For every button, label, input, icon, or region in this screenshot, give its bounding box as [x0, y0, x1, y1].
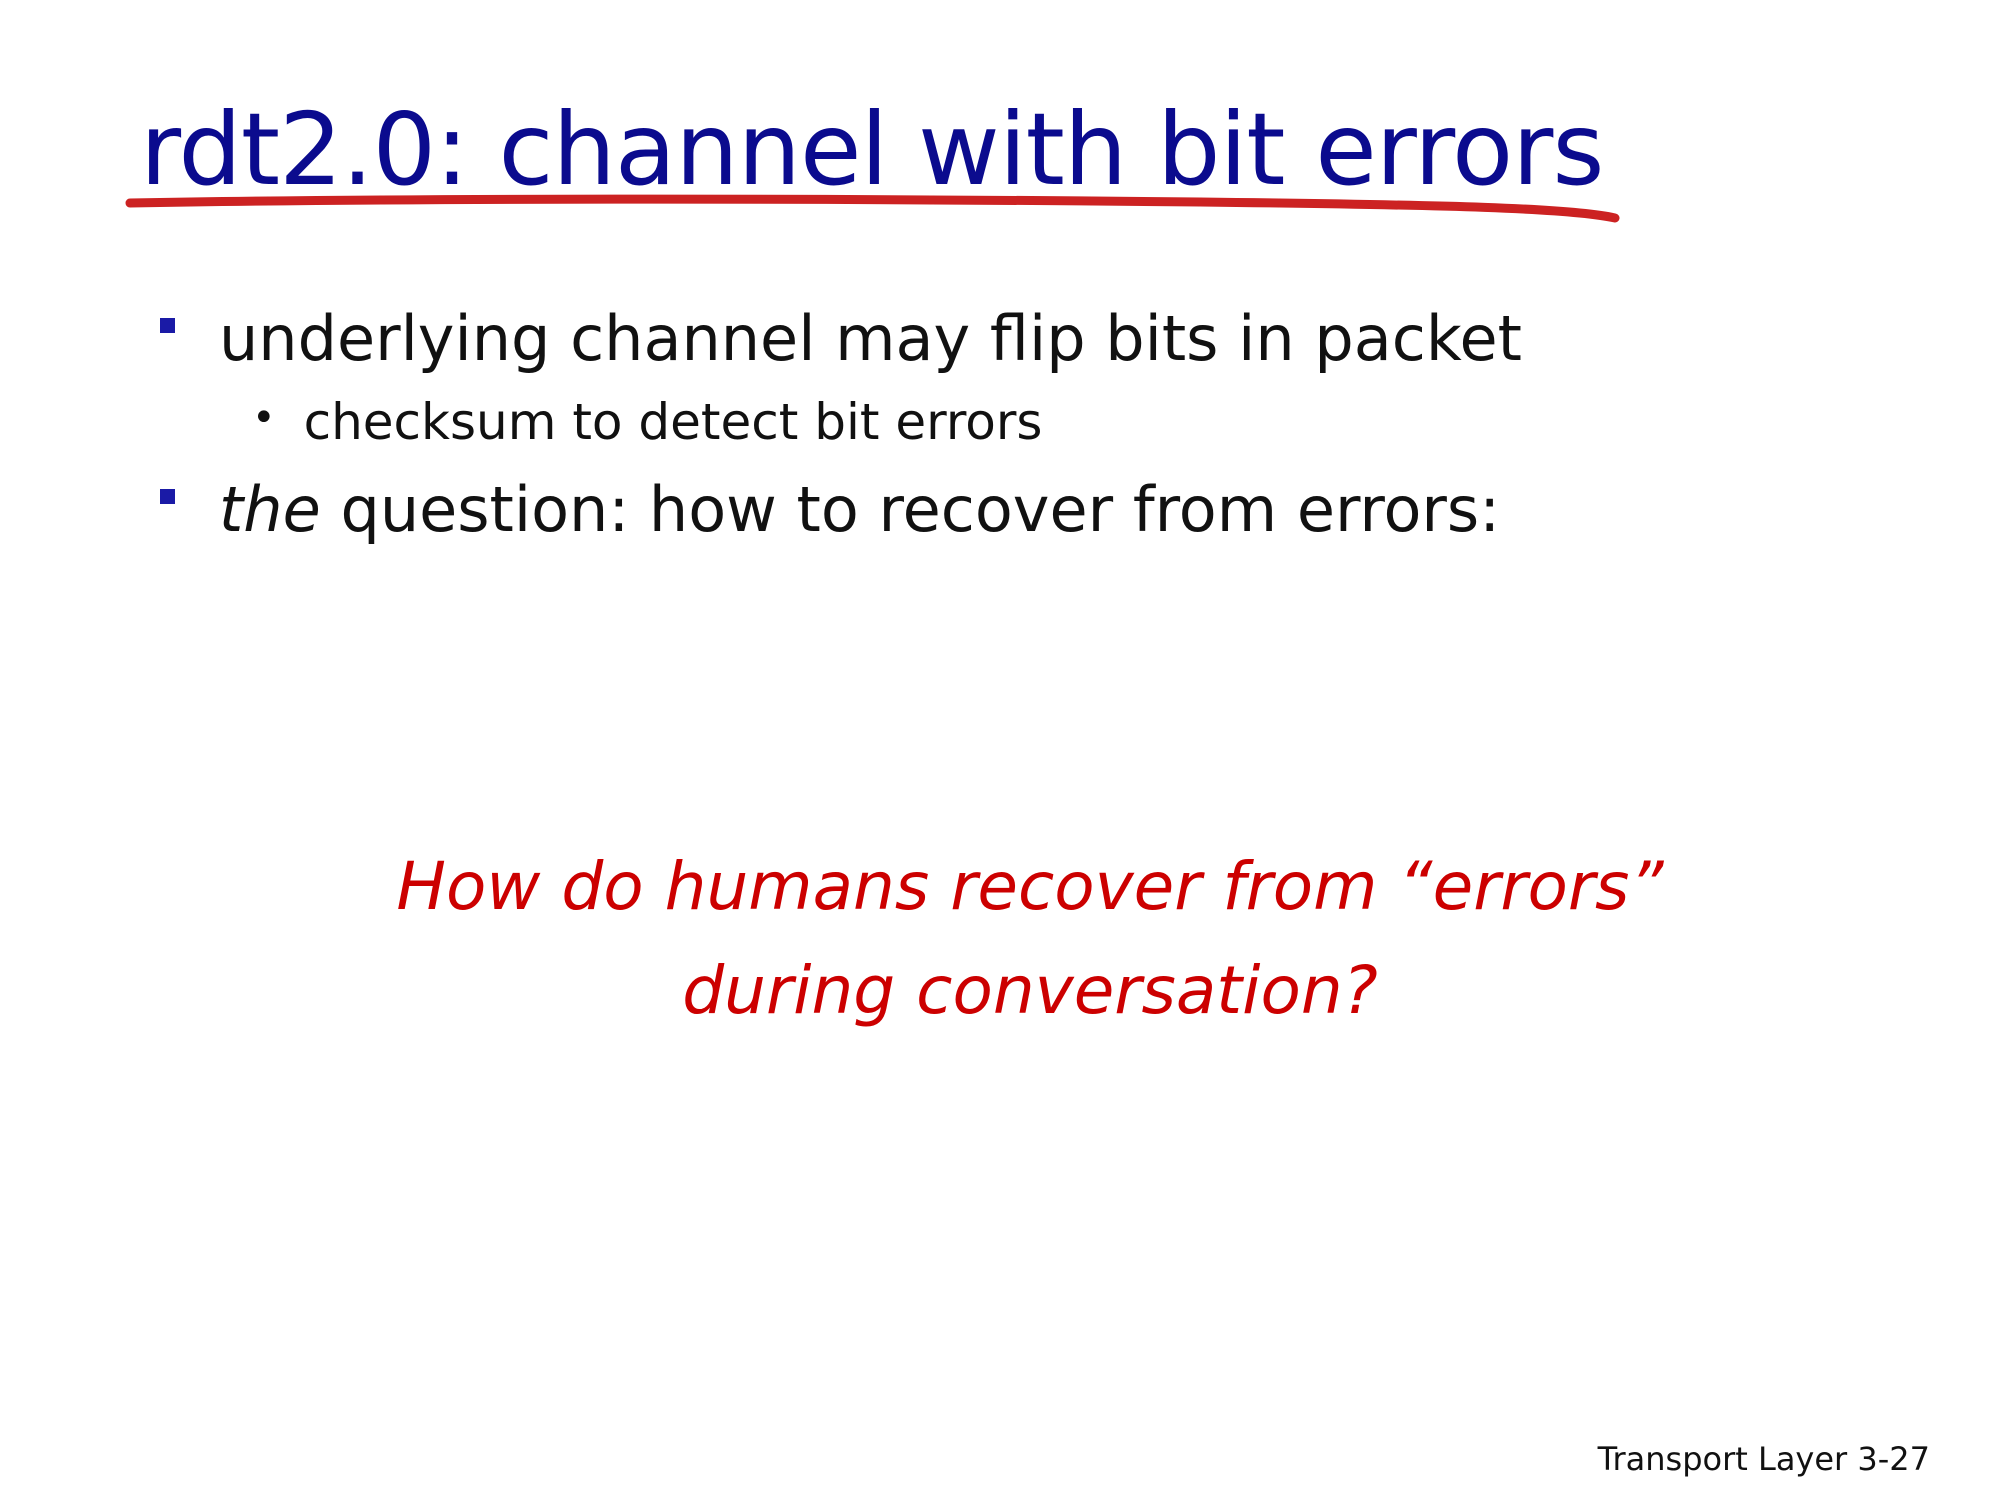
bullet-text: question: how to recover from errors:: [320, 473, 1501, 546]
bullet-text: underlying channel may flip bits in pack…: [219, 302, 1522, 375]
emphasis-word: the: [219, 473, 321, 546]
callout-question: How do humans recover from “errors” duri…: [330, 835, 1730, 1044]
slide-title: rdt2.0: channel with bit errors: [140, 91, 1604, 208]
slide-footer: Transport Layer 3-27: [1598, 1440, 1930, 1478]
footer-section: Transport Layer: [1597, 1440, 1848, 1478]
square-bullet-icon: [160, 488, 175, 504]
footer-page-number: 3-27: [1857, 1440, 1930, 1478]
dot-bullet-icon: •: [252, 395, 276, 441]
bullet-item: the question: how to recover from errors…: [160, 473, 1500, 547]
square-bullet-icon: [160, 317, 175, 333]
bullet-item: underlying channel may flip bits in pack…: [160, 302, 1522, 376]
sub-bullet-text: checksum to detect bit errors: [303, 393, 1043, 451]
slide: rdt2.0: channel with bit errors underlyi…: [0, 0, 2000, 1500]
callout-line-2: during conversation?: [682, 952, 1378, 1030]
callout-line-1: How do humans recover from “errors”: [396, 848, 1664, 925]
sub-bullet-item: • checksum to detect bit errors: [252, 392, 1043, 452]
